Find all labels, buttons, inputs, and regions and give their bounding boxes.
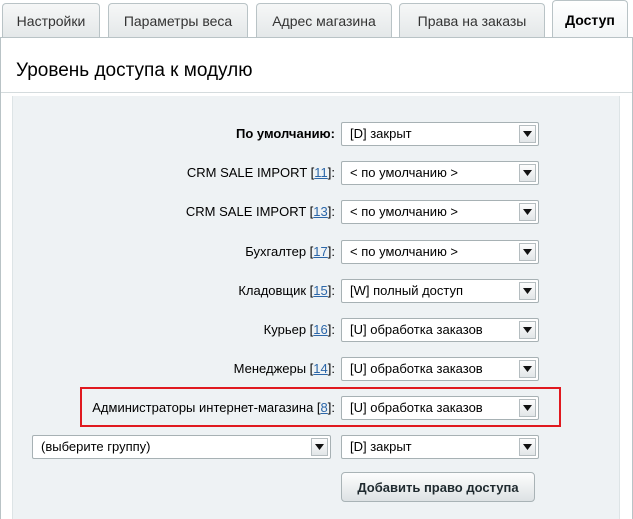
group-label-suffix: ]: bbox=[327, 244, 335, 259]
select-value: [D] закрыт bbox=[350, 126, 412, 141]
group-label-suffix: ]: bbox=[327, 322, 335, 337]
group-name: Менеджеры [ bbox=[233, 361, 314, 376]
page-title: Уровень доступа к модулю bbox=[16, 60, 253, 81]
chevron-down-icon bbox=[519, 125, 536, 143]
select-value: < по умолчанию > bbox=[350, 204, 459, 219]
row-label-text: По умолчанию: bbox=[235, 126, 335, 141]
new-access-select[interactable]: [D] закрыт bbox=[341, 435, 539, 459]
group-id-link[interactable]: 17 bbox=[313, 244, 327, 259]
group-name: CRM SALE IMPORT [ bbox=[186, 165, 315, 180]
group-name: Кладовщик [ bbox=[238, 283, 314, 298]
group-id-link[interactable]: 13 bbox=[313, 204, 327, 219]
group-label-managers: Менеджеры [14]: bbox=[234, 357, 335, 381]
chevron-down-icon bbox=[519, 164, 536, 182]
group-label-suffix: ]: bbox=[327, 204, 335, 219]
group-label-suffix: ]: bbox=[327, 165, 335, 180]
group-label-suffix: ]: bbox=[327, 283, 335, 298]
select-value: < по умолчанию > bbox=[350, 165, 459, 180]
chevron-down-icon bbox=[519, 438, 536, 456]
access-select-crm-sale-import-13[interactable]: < по умолчанию > bbox=[341, 200, 539, 224]
chevron-down-icon bbox=[519, 321, 536, 339]
group-name: CRM SALE IMPORT [ bbox=[185, 204, 314, 219]
default-access-select[interactable]: [D] закрыт bbox=[341, 122, 539, 146]
group-label-courier: Курьер [16]: bbox=[264, 318, 335, 342]
tab-access[interactable]: Доступ bbox=[552, 0, 628, 38]
group-id-link[interactable]: 14 bbox=[313, 361, 327, 376]
group-label-accountant: Бухгалтер [17]: bbox=[245, 240, 335, 264]
group-id-link[interactable]: 15 bbox=[313, 283, 327, 298]
chevron-down-icon bbox=[519, 360, 536, 378]
chevron-down-icon bbox=[519, 203, 536, 221]
group-name: Курьер [ bbox=[263, 322, 314, 337]
group-label-suffix: ]: bbox=[327, 361, 335, 376]
add-access-button[interactable]: Добавить право доступа bbox=[341, 472, 535, 502]
select-value: [U] обработка заказов bbox=[350, 322, 483, 337]
tab-settings[interactable]: Настройки bbox=[2, 3, 100, 37]
tab-order-rights[interactable]: Права на заказы bbox=[399, 3, 545, 37]
access-select-accountant[interactable]: < по умолчанию > bbox=[341, 240, 539, 264]
access-select-managers[interactable]: [U] обработка заказов bbox=[341, 357, 539, 381]
access-select-storekeeper[interactable]: [W] полный доступ bbox=[341, 279, 539, 303]
group-name: Бухгалтер [ bbox=[245, 244, 314, 259]
title-divider bbox=[1, 92, 632, 93]
select-value: [U] обработка заказов bbox=[350, 361, 483, 376]
group-label-storekeeper: Кладовщик [15]: bbox=[238, 279, 335, 303]
chevron-down-icon bbox=[519, 282, 536, 300]
chevron-down-icon bbox=[519, 243, 536, 261]
tab-shop-address[interactable]: Адрес магазина bbox=[256, 3, 392, 37]
chevron-down-icon bbox=[311, 438, 328, 456]
tab-bar: Настройки Параметры веса Адрес магазина … bbox=[0, 0, 633, 40]
select-value: (выберите группу) bbox=[41, 439, 151, 454]
select-value: < по умолчанию > bbox=[350, 244, 459, 259]
group-label-crm-sale-import-13: CRM SALE IMPORT [13]: bbox=[186, 200, 335, 224]
select-value: [W] полный доступ bbox=[350, 283, 464, 298]
access-select-courier[interactable]: [U] обработка заказов bbox=[341, 318, 539, 342]
select-value: [D] закрыт bbox=[350, 439, 412, 454]
default-access-label: По умолчанию: bbox=[236, 122, 335, 146]
group-label-crm-sale-import-11: CRM SALE IMPORT [11]: bbox=[187, 161, 335, 185]
group-id-link[interactable]: 11 bbox=[314, 165, 328, 180]
access-select-crm-sale-import-11[interactable]: < по умолчанию > bbox=[341, 161, 539, 185]
group-id-link[interactable]: 16 bbox=[313, 322, 327, 337]
tab-weight-parameters[interactable]: Параметры веса bbox=[108, 3, 248, 37]
group-select[interactable]: (выберите группу) bbox=[32, 435, 331, 459]
highlight-box bbox=[80, 387, 561, 427]
